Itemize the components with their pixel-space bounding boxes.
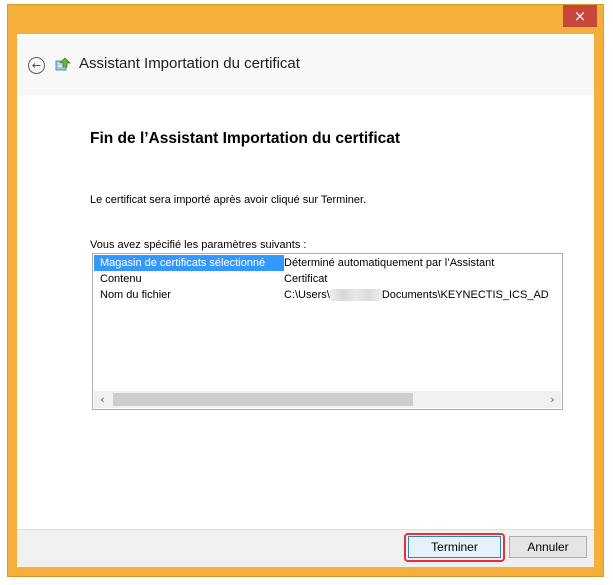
redacted-username <box>329 289 382 302</box>
close-icon[interactable]: × <box>563 5 597 27</box>
setting-value: C:\Users\ Documents\KEYNECTIS_ICS_AD <box>284 287 549 303</box>
setting-name: Magasin de certificats sélectionné <box>94 255 284 271</box>
window-title: Assistant Importation du certificat <box>79 55 300 72</box>
finish-button[interactable]: Terminer <box>408 536 501 558</box>
settings-listbox[interactable]: Magasin de certificats sélectionné Déter… <box>92 253 563 410</box>
certificate-wizard-icon <box>55 57 71 71</box>
wizard-content: ← Assistant Importation du certificat Fi… <box>17 34 594 567</box>
cancel-button[interactable]: Annuler <box>509 536 587 558</box>
path-prefix: C:\Users\ <box>284 289 330 301</box>
page-heading: Fin de l’Assistant Importation du certif… <box>90 130 401 147</box>
back-arrow-icon[interactable]: ← <box>28 57 45 74</box>
path-suffix: Documents\KEYNECTIS_ICS_AD <box>381 289 549 301</box>
button-bar: Terminer Annuler <box>17 529 594 567</box>
params-label: Vous avez spécifié les paramètres suivan… <box>90 239 307 251</box>
setting-name: Contenu <box>100 273 142 285</box>
setting-value: Certificat <box>284 273 328 285</box>
scroll-right-icon[interactable]: › <box>544 391 561 408</box>
setting-value: Déterminé automatiquement par l’Assistan… <box>284 257 495 269</box>
horizontal-scrollbar[interactable]: ‹ › <box>94 391 561 408</box>
title-bar: ← Assistant Importation du certificat <box>17 34 594 95</box>
info-text: Le certificat sera importé après avoir c… <box>90 194 367 206</box>
setting-name: Nom du fichier <box>100 289 171 301</box>
scroll-left-icon[interactable]: ‹ <box>94 391 111 408</box>
scroll-thumb[interactable] <box>113 393 413 406</box>
wizard-window: × ← Assistant Importation du certificat … <box>7 4 604 577</box>
